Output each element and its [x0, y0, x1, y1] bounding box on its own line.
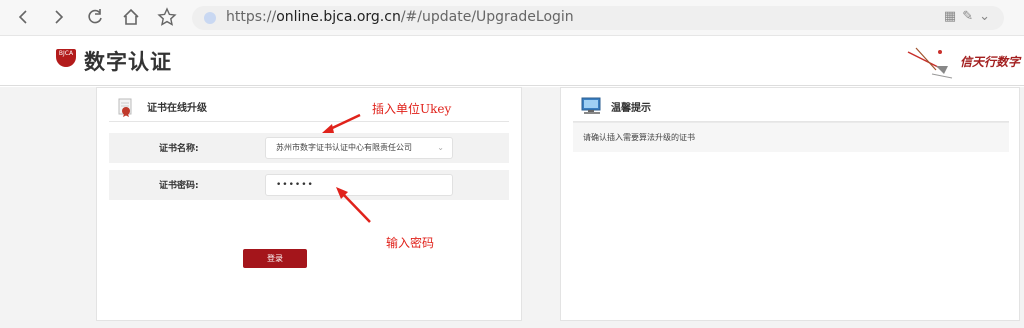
cert-name-value: 苏州市数字证书认证中心有限责任公司 [276, 143, 412, 152]
certificate-icon [118, 98, 132, 117]
password-label: 证书密码: [159, 181, 199, 191]
panel-title: 温馨提示 [611, 103, 651, 114]
login-button[interactable]: 登录 [243, 249, 307, 268]
computer-icon [581, 97, 601, 114]
back-icon[interactable] [12, 7, 34, 29]
forward-icon[interactable] [48, 7, 70, 29]
panel-title: 证书在线升级 [147, 103, 207, 114]
browser-toolbar: https://online.bjca.org.cn/#/update/Upgr… [0, 0, 1024, 36]
bookmark-star-icon[interactable] [156, 7, 178, 29]
address-bar-actions[interactable]: ▦✎⌄ [944, 9, 996, 24]
cert-name-row: 证书名称: 苏州市数字证书认证中心有限责任公司 ⌄ [109, 133, 509, 163]
address-bar[interactable]: https://online.bjca.org.cn/#/update/Upgr… [192, 6, 1004, 30]
site-header: BJCA 数字认证 信天行数字 [0, 36, 1024, 86]
title-divider [109, 121, 509, 122]
tip-message: 请确认插入需要算法升级的证书 [573, 122, 1009, 152]
brand-banner: 信天行数字 [906, 44, 1024, 80]
tips-panel: 温馨提示 请确认插入需要算法升级的证书 [560, 87, 1020, 321]
cert-name-select[interactable]: 苏州市数字证书认证中心有限责任公司 ⌄ [265, 137, 453, 159]
annotation-enter-password: 输入密码 [386, 236, 435, 250]
site-info-icon[interactable] [204, 12, 216, 24]
cert-name-label: 证书名称: [159, 144, 199, 154]
slogan-text: 信天行数字 [960, 55, 1021, 69]
bjca-logo-icon: BJCA [56, 49, 76, 67]
chevron-down-icon[interactable]: ⌄ [979, 9, 996, 24]
site-logo-text: 数字认证 [84, 50, 172, 74]
edit-icon[interactable]: ✎ [962, 9, 979, 24]
url-text: https://online.bjca.org.cn/#/update/Upgr… [226, 9, 574, 25]
rocket-decoration-icon [907, 47, 953, 79]
upgrade-panel: 证书在线升级 证书名称: 苏州市数字证书认证中心有限责任公司 ⌄ 证书密码: •… [96, 87, 522, 321]
arrow-to-password-icon [336, 187, 371, 223]
arrow-to-cert-select-icon [322, 113, 361, 133]
home-icon[interactable] [120, 7, 142, 29]
chevron-down-icon: ⌄ [437, 143, 444, 152]
annotation-insert-ukey: 插入单位Ukey [372, 102, 452, 116]
grid-icon[interactable]: ▦ [944, 9, 962, 24]
password-row: 证书密码: •••••• [109, 170, 509, 200]
reload-icon[interactable] [84, 7, 106, 29]
